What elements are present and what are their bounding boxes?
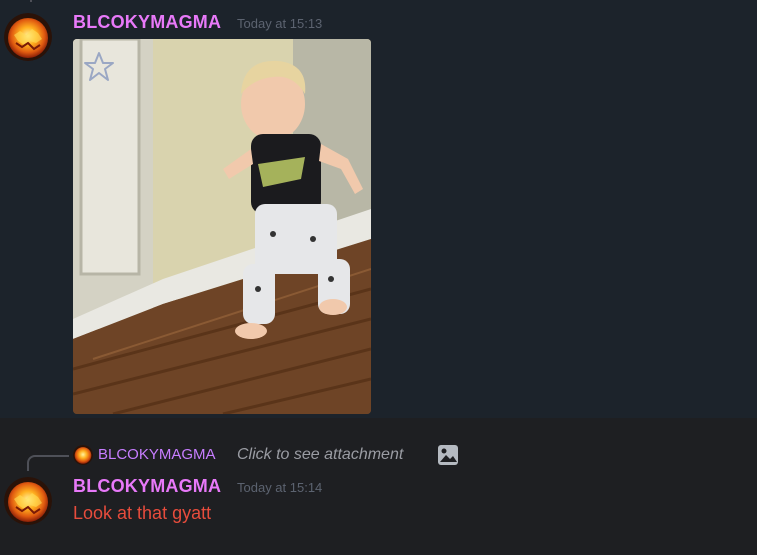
message-content: Look at that gyatt	[73, 503, 212, 523]
timestamp: Today at 15:14	[237, 480, 323, 495]
toddler-video-thumbnail	[73, 39, 371, 414]
magma-avatar-image	[4, 477, 52, 525]
timestamp: Today at 15:13	[237, 16, 323, 31]
avatar[interactable]	[4, 477, 52, 525]
username[interactable]: BLCOKYMAGMA	[73, 476, 221, 497]
previous-reply-cutoff	[30, 0, 490, 4]
avatar[interactable]	[4, 13, 52, 61]
video-attachment[interactable]	[73, 39, 371, 414]
magma-avatar-image	[4, 13, 52, 61]
username[interactable]: BLCOKYMAGMA	[73, 12, 221, 33]
reply-avatar[interactable]	[73, 445, 93, 465]
star-icon[interactable]	[82, 50, 116, 84]
reply-connector	[27, 455, 69, 471]
reply-connector	[30, 0, 62, 2]
reply-preview-text[interactable]: Click to see attachment	[237, 446, 403, 464]
message-1[interactable]: BLCOKYMAGMA Today at 15:13	[0, 0, 757, 418]
image-icon	[437, 444, 459, 466]
reply-username[interactable]: BLCOKYMAGMA	[98, 446, 216, 463]
